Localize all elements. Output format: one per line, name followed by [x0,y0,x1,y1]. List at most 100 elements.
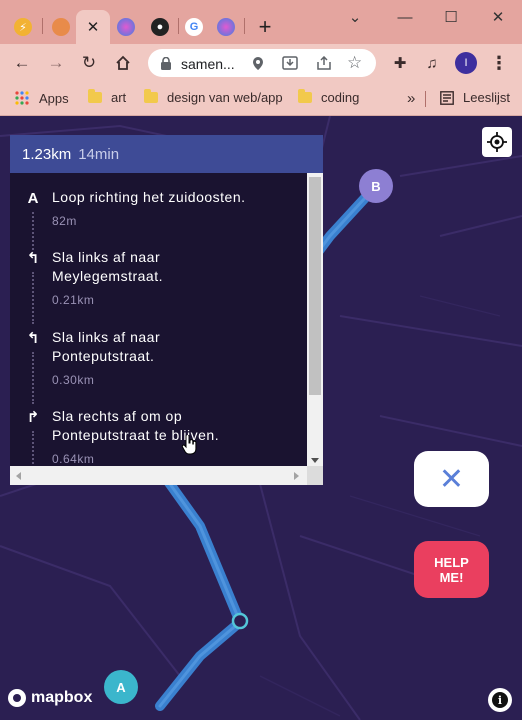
tab-favicon-icon [217,18,235,36]
hand-cursor-icon [181,435,197,455]
maximize-icon: ☐ [444,9,458,26]
scrollbar-thumb[interactable] [309,177,321,395]
horizontal-scrollbar[interactable] [10,466,307,485]
new-tab-button[interactable]: + [252,10,278,44]
avatar: I [455,52,477,74]
marker-label: B [371,178,381,194]
profile-button[interactable]: I [453,50,479,76]
back-button[interactable]: ← [9,50,35,76]
tab-3[interactable] [112,10,140,44]
puzzle-icon: ✚ [393,55,407,72]
double-chevron-icon: » [407,90,416,107]
scroll-right-arrow-icon[interactable] [294,472,299,480]
turn-left-icon: ↰ [26,330,40,347]
tab-1[interactable]: ⚡ [8,10,38,44]
reload-button[interactable]: ↻ [76,50,102,76]
marker-label: A [116,679,126,695]
tab-favicon-icon [52,18,70,36]
maximize-button[interactable]: ☐ [436,6,466,28]
step-instruction: Sla links af naar Ponteputstraat. [52,329,161,364]
tab-strip: ⚡ ✕ ● G + ⌄ — ☐ ✕ [0,0,522,44]
bookmark-apps[interactable]: Apps [14,90,69,106]
route-distance: 1.23km [22,145,72,163]
scroll-down-arrow-icon[interactable] [311,458,319,463]
extensions-button[interactable]: ✚ [387,50,413,76]
turn-right-icon: ↱ [26,409,40,426]
vertical-scrollbar[interactable] [307,173,323,466]
location-pin-icon[interactable] [252,56,264,71]
cancel-route-button[interactable]: ✕ [414,451,489,507]
more-bookmarks-button[interactable]: » [407,90,415,107]
close-icon: ✕ [438,462,465,496]
folder-icon [144,89,158,103]
home-icon [116,55,130,70]
chevron-down-icon: ⌄ [348,9,362,26]
lock-icon [161,57,171,70]
step-instruction: Sla rechts af om op Ponteputstraat te bl… [52,408,220,443]
step-instruction: Sla links af naar Meylegemstraat. [52,249,163,284]
forward-button[interactable]: → [43,50,69,76]
bookmark-coding[interactable]: coding [298,89,360,105]
reading-list-label: Leeslijst [463,90,510,105]
step-distance: 0.21km [52,293,95,307]
step-instruction: Loop richting het zuidoosten. [52,189,246,205]
reading-list-icon [440,90,454,105]
github-icon: ● [151,18,169,36]
arrow-left-icon: ← [13,53,31,72]
help-me-button[interactable]: HELP ME! [414,541,489,598]
bookmarks-bar: Apps art design van web/app coding » Lee… [0,82,522,116]
close-window-button[interactable]: ✕ [483,6,513,28]
bookmark-label: Apps [39,90,69,106]
step-distance: 0.64km [52,452,95,466]
tab-2[interactable] [46,10,76,44]
mapbox-logo[interactable]: mapbox [8,689,92,707]
tab-favicon-icon [117,18,135,36]
info-icon: i [492,692,508,708]
minimize-icon: — [397,8,413,26]
bookmark-design[interactable]: design van web/app [144,89,283,105]
start-a-icon: A [27,189,39,207]
address-text: samen... [181,56,235,72]
star-icon[interactable]: ☆ [347,53,362,73]
directions-steps-list[interactable]: A Loop richting het zuidoosten. 82m ↰ Sl… [10,173,307,466]
mapbox-wordmark: mapbox [31,689,93,706]
media-button[interactable]: ♫ [419,50,445,76]
directions-summary: 1.23km 14min [10,135,323,173]
bookmark-label: coding [321,90,360,105]
tab-favicon-icon: ⚡ [14,18,32,36]
menu-button[interactable]: ⋮ [486,50,512,76]
kebab-menu-icon: ⋮ [490,52,508,73]
step-distance: 0.30km [52,373,95,387]
bookmark-art[interactable]: art [88,89,126,105]
tab-4[interactable] [212,10,240,44]
minimize-button[interactable]: — [390,6,420,28]
step-distance: 82m [52,214,77,228]
origin-marker-a[interactable]: A [104,670,138,704]
browser-toolbar: ← → ↻ samen... ☆ ✚ ♫ I ⋮ [0,44,522,82]
route-duration: 14min [78,145,120,163]
media-queue-icon: ♫ [426,54,438,72]
folder-icon [298,89,312,103]
apps-grid-icon [15,91,29,105]
geolocate-button[interactable] [482,127,512,157]
share-icon[interactable] [316,56,332,70]
address-bar[interactable]: samen... ☆ [148,49,376,77]
close-icon: ✕ [491,9,505,26]
tab-active[interactable]: ✕ [76,10,110,44]
attribution-info-button[interactable]: i [488,688,512,712]
install-icon[interactable] [282,56,298,70]
reload-icon: ↻ [81,53,97,72]
directions-panel: 1.23km 14min A Loop richting het zuidoos… [10,135,323,485]
scroll-left-arrow-icon[interactable] [16,472,21,480]
crosshair-icon [487,132,507,152]
turn-left-icon: ↰ [26,250,40,267]
tab-search-button[interactable]: ⌄ [340,6,370,28]
arrow-right-icon: → [47,53,65,72]
destination-marker-b[interactable]: B [359,169,393,203]
home-button[interactable] [110,50,136,76]
tab-close-icon[interactable]: ✕ [87,18,100,36]
tab-google[interactable]: G [180,10,208,44]
reading-list-button[interactable]: Leeslijst [440,90,510,105]
tab-github[interactable]: ● [146,10,174,44]
help-button-label: HELP ME! [434,554,469,585]
